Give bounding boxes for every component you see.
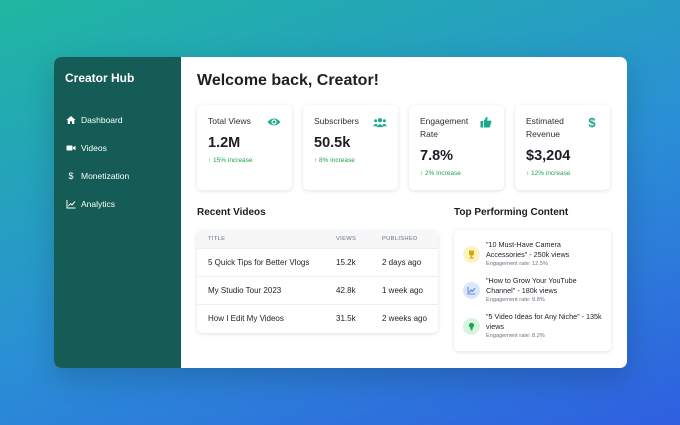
chart-line-icon <box>463 282 480 299</box>
content-title: "How to Grow Your YouTube Channel" - 180… <box>486 276 577 295</box>
card-label: Total Views <box>208 116 251 126</box>
table-row[interactable]: My Studio Tour 2023 42.8k 1 week ago <box>197 276 438 304</box>
video-published: 1 week ago <box>382 286 423 295</box>
card-value: 50.5k <box>314 135 351 151</box>
column-header-title: TITLE <box>208 236 226 242</box>
sidebar-item-monetization[interactable]: $ Monetization <box>65 162 181 190</box>
content-title: "10 Must-Have Camera Accessories" - 250k… <box>486 240 570 259</box>
list-item[interactable]: "10 Must-Have Camera Accessories" - 250k… <box>463 240 602 270</box>
list-item[interactable]: "5 Video Ideas for Any Niche" - 135k vie… <box>463 312 602 342</box>
dollar-icon: $ <box>588 114 596 130</box>
card-value: $3,204 <box>526 148 571 164</box>
stat-card-total-views: Total Views 1.2M ↑ 15% increase <box>197 105 292 190</box>
users-icon <box>373 115 387 129</box>
card-label: Subscribers <box>314 116 359 126</box>
stat-card-estimated-revenue: Estimated Revenue $ $3,204 ↑ 12% increas… <box>515 105 610 190</box>
app-window: Creator Hub Dashboard Videos $ Monetizat… <box>54 57 627 368</box>
card-change: ↑ 8% increase <box>314 157 355 164</box>
table-row[interactable]: How I Edit My Videos 31.5k 2 weeks ago <box>197 304 438 332</box>
card-change: ↑ 15% increase <box>208 157 253 164</box>
video-views: 15.2k <box>336 258 356 267</box>
sidebar-item-dashboard[interactable]: Dashboard <box>65 106 181 134</box>
video-published: 2 days ago <box>382 258 422 267</box>
recent-videos-table: TITLE VIEWS PUBLISHED 5 Quick Tips for B… <box>197 230 438 333</box>
video-published: 2 weeks ago <box>382 314 427 323</box>
lightbulb-icon <box>463 318 480 335</box>
engagement-rate: Engagement rate: 9.8% <box>486 297 545 303</box>
sidebar: Creator Hub Dashboard Videos $ Monetizat… <box>54 57 181 368</box>
stat-card-subscribers: Subscribers 50.5k ↑ 8% increase <box>303 105 398 190</box>
sidebar-item-label: Analytics <box>81 199 116 209</box>
table-row[interactable]: 5 Quick Tips for Better Vlogs 15.2k 2 da… <box>197 248 438 276</box>
engagement-rate: Engagement rate: 8.2% <box>486 333 545 339</box>
video-icon <box>65 142 77 154</box>
column-header-published: PUBLISHED <box>382 236 418 242</box>
top-content-title: Top Performing Content <box>454 207 569 218</box>
trophy-icon <box>463 246 480 263</box>
video-views: 31.5k <box>336 314 356 323</box>
card-value: 7.8% <box>420 148 454 164</box>
card-value: 1.2M <box>208 135 241 151</box>
sidebar-item-label: Dashboard <box>81 115 123 125</box>
chart-icon <box>65 198 77 210</box>
video-title: 5 Quick Tips for Better Vlogs <box>208 258 310 267</box>
stat-card-engagement-rate: Engagement Rate 7.8% ↑ 2% increase <box>409 105 504 190</box>
card-label: Engagement Rate <box>420 116 469 139</box>
main-content: Welcome back, Creator! Total Views 1.2M … <box>181 57 627 368</box>
recent-videos-title: Recent Videos <box>197 207 266 218</box>
page-title: Welcome back, Creator! <box>197 72 379 89</box>
card-change: ↑ 12% increase <box>526 170 571 177</box>
top-content-panel: "10 Must-Have Camera Accessories" - 250k… <box>454 230 611 351</box>
video-title: My Studio Tour 2023 <box>208 286 282 295</box>
list-item[interactable]: "How to Grow Your YouTube Channel" - 180… <box>463 276 602 306</box>
stats-cards: Total Views 1.2M ↑ 15% increase Subscrib… <box>197 105 611 190</box>
table-header: TITLE VIEWS PUBLISHED <box>197 230 438 248</box>
card-change: ↑ 2% increase <box>420 170 461 177</box>
card-label: Estimated Revenue <box>526 116 564 139</box>
video-views: 42.8k <box>336 286 356 295</box>
app-title: Creator Hub <box>65 71 135 85</box>
home-icon <box>65 114 77 126</box>
sidebar-item-label: Monetization <box>81 171 130 181</box>
thumbs-up-icon <box>479 115 493 129</box>
eye-icon <box>267 115 281 129</box>
sidebar-item-analytics[interactable]: Analytics <box>65 190 181 218</box>
sidebar-item-label: Videos <box>81 143 107 153</box>
video-title: How I Edit My Videos <box>208 314 284 323</box>
column-header-views: VIEWS <box>336 236 357 242</box>
engagement-rate: Engagement rate: 12.5% <box>486 261 548 267</box>
content-title: "5 Video Ideas for Any Niche" - 135k vie… <box>486 312 602 331</box>
dollar-icon: $ <box>68 171 74 181</box>
sidebar-item-videos[interactable]: Videos <box>65 134 181 162</box>
